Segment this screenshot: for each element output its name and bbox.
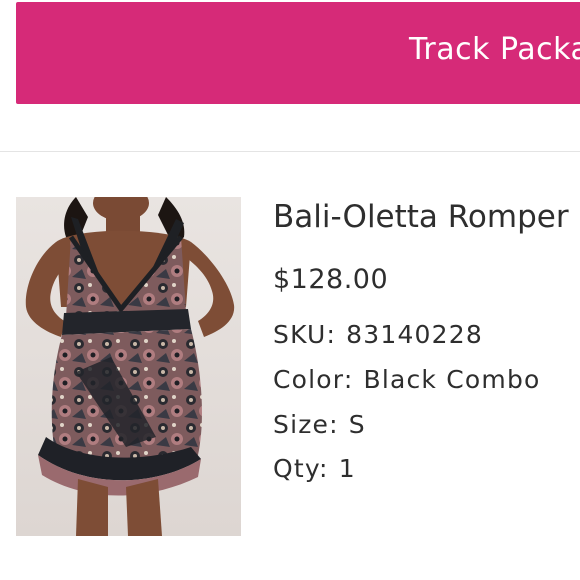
size-row: Size: S xyxy=(273,410,366,439)
track-package-button[interactable]: Track Package xyxy=(16,2,580,104)
size-value: S xyxy=(348,410,366,439)
qty-row: Qty: 1 xyxy=(273,454,356,483)
product-image[interactable] xyxy=(16,197,241,536)
track-package-label: Track Package xyxy=(409,32,580,67)
color-row: Color: Black Combo xyxy=(273,365,541,394)
romper-photo-illustration xyxy=(16,197,241,536)
sku-row: SKU: 83140228 xyxy=(273,320,483,349)
section-divider xyxy=(0,151,580,152)
color-label: Color: xyxy=(273,365,354,394)
color-value: Black Combo xyxy=(363,365,541,394)
order-confirmation-page: Track Package xyxy=(0,0,580,580)
qty-value: 1 xyxy=(338,454,356,483)
qty-label: Qty: xyxy=(273,454,329,483)
sku-value: 83140228 xyxy=(346,320,483,349)
size-label: Size: xyxy=(273,410,339,439)
sku-label: SKU: xyxy=(273,320,337,349)
product-price: $128.00 xyxy=(273,264,389,295)
product-name[interactable]: Bali-Oletta Romper xyxy=(273,199,569,235)
